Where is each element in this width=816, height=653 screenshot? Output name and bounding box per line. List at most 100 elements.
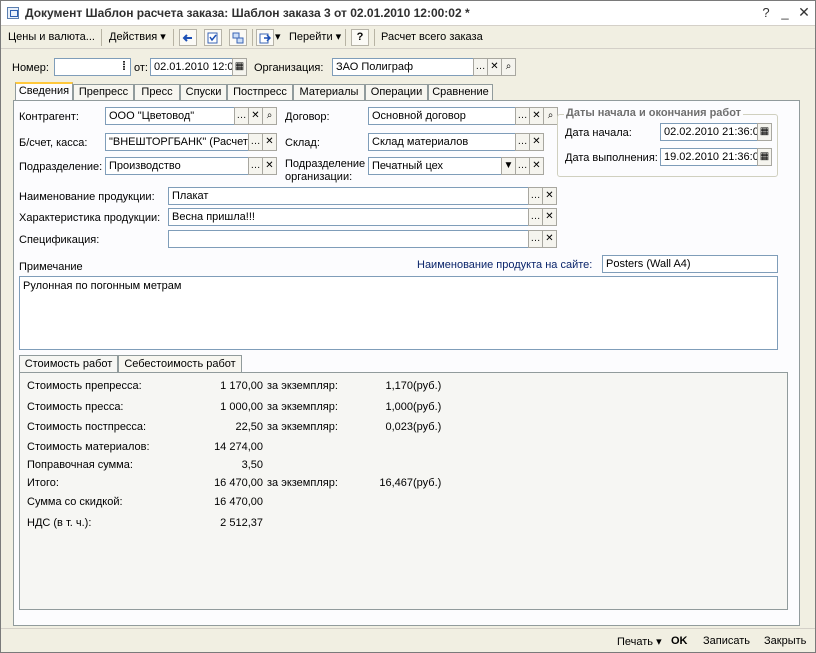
contract-select-button[interactable]: … bbox=[515, 107, 530, 125]
division-select-button[interactable]: … bbox=[248, 157, 263, 175]
prices-button[interactable]: Цены и валюта... bbox=[5, 29, 98, 47]
contract-search-icon[interactable]: ⌕ bbox=[543, 107, 558, 125]
tab-prime-cost[interactable]: Себестоимость работ bbox=[118, 355, 242, 373]
warehouse-label: Склад: bbox=[285, 137, 320, 149]
tab-prepress[interactable]: Препресс bbox=[73, 84, 134, 101]
print-menu[interactable]: Печать ▾ bbox=[617, 635, 662, 648]
tab-comparison[interactable]: Сравнение bbox=[428, 84, 493, 101]
product-char-field[interactable]: Весна пришла!!! bbox=[168, 208, 529, 226]
goto-menu[interactable]: Перейти ▾ bbox=[286, 29, 344, 47]
help-button[interactable]: ? bbox=[351, 29, 369, 46]
date-field[interactable]: 02.01.2010 12:0 bbox=[150, 58, 233, 76]
tab-materials[interactable]: Материалы bbox=[293, 84, 365, 101]
tab-postpress[interactable]: Постпресс bbox=[227, 84, 293, 101]
calendar-icon[interactable]: ▦ bbox=[757, 148, 772, 166]
note-label: Примечание bbox=[19, 261, 83, 273]
spec-label: Спецификация: bbox=[19, 234, 100, 246]
create-based-icon[interactable] bbox=[256, 29, 274, 46]
goto-label: Перейти bbox=[289, 31, 333, 43]
document-window: Документ Шаблон расчета заказа: Шаблон з… bbox=[0, 0, 816, 653]
number-field[interactable] bbox=[54, 58, 131, 76]
title-bar: Документ Шаблон расчета заказа: Шаблон з… bbox=[1, 1, 815, 26]
calc-all-button[interactable]: Расчет всего заказа bbox=[378, 29, 486, 47]
spec-field[interactable] bbox=[168, 230, 529, 248]
end-date-label: Дата выполнения: bbox=[565, 152, 658, 164]
postpress-cost-value: 22,50 bbox=[235, 421, 263, 433]
close-icon[interactable]: ✕ bbox=[795, 5, 813, 22]
product-name-clear-icon[interactable]: ✕ bbox=[542, 187, 557, 205]
actions-menu[interactable]: Действия ▾ bbox=[106, 29, 169, 47]
create-based-dropdown[interactable]: ▾ bbox=[275, 29, 281, 47]
prepress-per-value: 1,170 bbox=[385, 380, 413, 392]
ok-button[interactable]: OK bbox=[671, 635, 688, 647]
help-icon[interactable]: ? bbox=[757, 5, 775, 22]
account-clear-icon[interactable]: ✕ bbox=[262, 133, 277, 151]
document-icon bbox=[7, 7, 19, 19]
product-name-label: Наименование продукции: bbox=[19, 191, 155, 203]
calendar-icon[interactable]: ▦ bbox=[757, 123, 772, 141]
chevron-down-icon[interactable]: ▼ bbox=[501, 157, 516, 175]
actions-label: Действия bbox=[109, 31, 158, 43]
postpress-per-value: 0,023 bbox=[385, 421, 413, 433]
spec-clear-icon[interactable]: ✕ bbox=[542, 230, 557, 248]
contract-field[interactable]: Основной договор bbox=[368, 107, 516, 125]
product-name-field[interactable]: Плакат bbox=[168, 187, 529, 205]
print-label: Печать bbox=[617, 636, 654, 648]
tab-operations[interactable]: Операции bbox=[365, 84, 428, 101]
org-division-field[interactable]: Печатный цех bbox=[368, 157, 502, 175]
contractor-clear-icon[interactable]: ✕ bbox=[248, 107, 263, 125]
account-select-button[interactable]: … bbox=[248, 133, 263, 151]
site-name-field[interactable]: Posters (Wall A4) bbox=[602, 255, 778, 273]
total-value: 16 470,00 bbox=[214, 477, 263, 489]
document-post-icon[interactable] bbox=[204, 29, 222, 46]
product-name-select-button[interactable]: … bbox=[528, 187, 543, 205]
product-char-clear-icon[interactable]: ✕ bbox=[542, 208, 557, 226]
warehouse-select-button[interactable]: … bbox=[515, 133, 530, 151]
save-button[interactable]: Записать bbox=[703, 635, 750, 647]
contractor-select-button[interactable]: … bbox=[234, 107, 249, 125]
org-division-label: Подразделение организации: bbox=[285, 158, 366, 183]
org-clear-icon[interactable]: ✕ bbox=[487, 58, 502, 76]
materials-cost-value: 14 274,00 bbox=[214, 441, 263, 453]
prepress-cost-value: 1 170,00 bbox=[220, 380, 263, 392]
total-unit: (руб.) bbox=[413, 477, 442, 489]
division-field[interactable]: Производство bbox=[105, 157, 249, 175]
toolbar: Цены и валюта... Действия ▾ ▾ Перейти ▾ … bbox=[1, 26, 815, 49]
tab-details[interactable]: Сведения bbox=[15, 82, 73, 101]
number-marker-icon: ⁞ bbox=[122, 59, 126, 73]
end-date-field[interactable]: 19.02.2010 21:36:0 bbox=[660, 148, 758, 166]
org-search-icon[interactable]: ⌕ bbox=[501, 58, 516, 76]
calendar-icon[interactable]: ▦ bbox=[232, 58, 247, 76]
warehouse-clear-icon[interactable]: ✕ bbox=[529, 133, 544, 151]
site-name-label: Наименование продукта на сайте: bbox=[417, 259, 593, 271]
press-per-label: за экземпляр: bbox=[267, 401, 338, 413]
start-date-field[interactable]: 02.02.2010 21:36:0 bbox=[660, 123, 758, 141]
org-label: Организация: bbox=[254, 62, 324, 74]
contract-clear-icon[interactable]: ✕ bbox=[529, 107, 544, 125]
minimize-icon[interactable]: _ bbox=[776, 5, 794, 22]
toolbar-separator bbox=[345, 29, 346, 46]
press-cost-label: Стоимость пресса: bbox=[27, 401, 124, 413]
number-label: Номер: bbox=[12, 62, 49, 74]
contractor-search-icon[interactable]: ⌕ bbox=[262, 107, 277, 125]
account-field[interactable]: "ВНЕШТОРГБАНК" (Расчет bbox=[105, 133, 249, 151]
org-division-clear-icon[interactable]: ✕ bbox=[529, 157, 544, 175]
start-date-label: Дата начала: bbox=[565, 127, 632, 139]
tab-press[interactable]: Пресс bbox=[134, 84, 180, 101]
discount-sum-label: Сумма со скидкой: bbox=[27, 496, 123, 508]
division-clear-icon[interactable]: ✕ bbox=[262, 157, 277, 175]
org-select-button[interactable]: … bbox=[473, 58, 488, 76]
structure-icon[interactable] bbox=[229, 29, 247, 46]
note-textarea[interactable]: Рулонная по погонным метрам bbox=[19, 276, 778, 350]
org-division-select-button[interactable]: … bbox=[515, 157, 530, 175]
warehouse-field[interactable]: Склад материалов bbox=[368, 133, 516, 151]
post-icon[interactable] bbox=[179, 29, 197, 46]
tab-impositions[interactable]: Спуски bbox=[180, 84, 227, 101]
spec-select-button[interactable]: … bbox=[528, 230, 543, 248]
close-button[interactable]: Закрыть bbox=[764, 635, 806, 647]
product-char-select-button[interactable]: … bbox=[528, 208, 543, 226]
contractor-field[interactable]: ООО "Цветовод" bbox=[105, 107, 235, 125]
contract-label: Договор: bbox=[285, 111, 330, 123]
prepress-unit: (руб.) bbox=[413, 380, 442, 392]
org-field[interactable]: ЗАО Полиграф bbox=[332, 58, 474, 76]
